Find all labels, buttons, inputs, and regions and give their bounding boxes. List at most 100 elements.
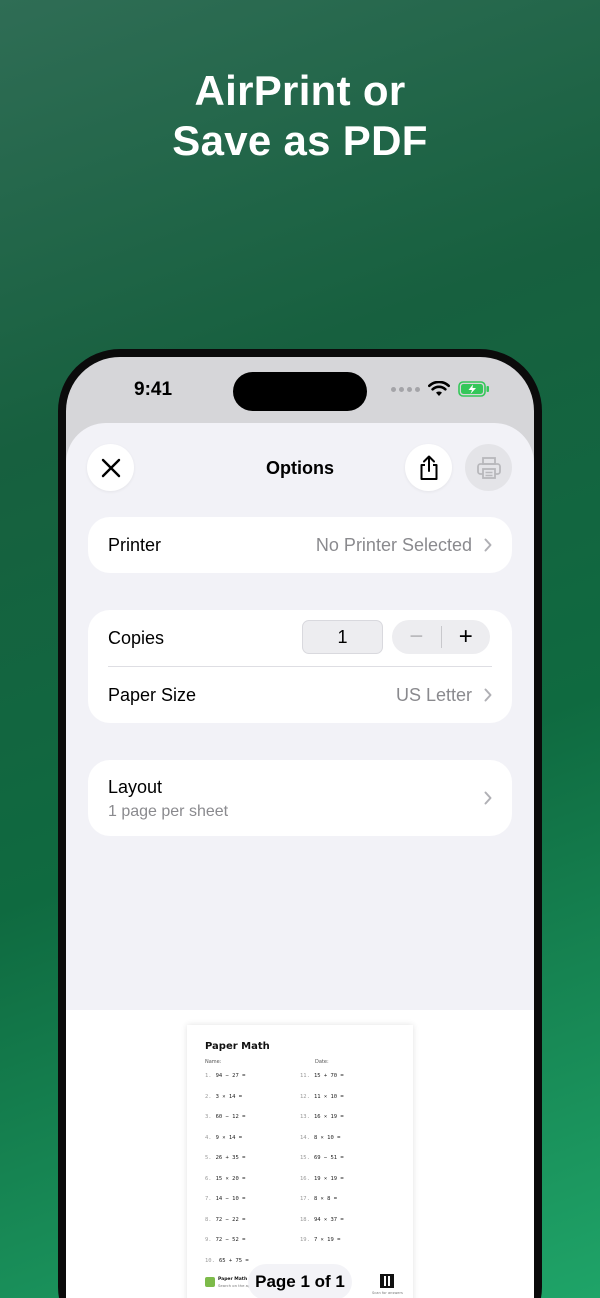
printer-card: Printer No Printer Selected [88, 517, 512, 573]
worksheet-problem: 10. 65 + 75 = [205, 1258, 249, 1264]
printer-icon [476, 456, 501, 479]
layout-value: 1 page per sheet [108, 803, 229, 820]
problem-number: 7. [205, 1196, 212, 1202]
problem-expression: 94 × 37 = [313, 1216, 344, 1223]
preview-title: Paper Math [205, 1041, 270, 1052]
page-indicator: Page 1 of 1 [248, 1264, 352, 1298]
problem-number: 4. [205, 1134, 212, 1141]
problem-number: 3. [205, 1114, 212, 1120]
problem-number: 18. [300, 1216, 310, 1223]
printer-label: Printer [108, 534, 162, 555]
problem-expression: 7 × 19 = [313, 1237, 341, 1243]
chevron-right-icon [484, 791, 492, 805]
problem-number: 11. [300, 1073, 310, 1079]
cellular-signal-icon [391, 386, 420, 392]
worksheet-problem: 12. 11 × 10 = [300, 1094, 344, 1100]
copies-field[interactable]: 1 [302, 620, 383, 654]
problem-expression: 26 + 35 = [215, 1155, 246, 1161]
paper-size-row[interactable]: Paper Size US Letter [88, 667, 512, 723]
headline: AirPrint or Save as PDF [0, 66, 600, 166]
problem-number: 9. [205, 1237, 212, 1243]
status-icons [391, 381, 490, 397]
headline-line-1: AirPrint or [194, 67, 406, 114]
layout-label: Layout [108, 777, 163, 797]
worksheet-problem: 5. 26 + 35 = [205, 1155, 245, 1161]
problem-expression: 69 − 51 = [313, 1155, 344, 1161]
worksheet-problem: 14. 8 × 10 = [300, 1135, 340, 1141]
print-preview-area: Paper Math Name: Date: 1. 94 − 27 = 2. 3 × … [66, 1010, 534, 1298]
worksheet-problem: 7. 14 − 10 = [205, 1196, 245, 1202]
problem-number: 1. [205, 1073, 212, 1079]
share-button[interactable] [405, 444, 452, 491]
copies-label: Copies [108, 627, 165, 648]
preview-page[interactable]: Paper Math Name: Date: 1. 94 − 27 = 2. 3 × … [187, 1025, 413, 1298]
layout-card[interactable]: Layout 1 page per sheet [88, 760, 512, 836]
problem-number: 14. [300, 1134, 310, 1141]
problem-number: 13. [300, 1114, 310, 1120]
problem-number: 16. [300, 1175, 310, 1182]
problem-expression: 65 + 75 = [218, 1257, 249, 1264]
problem-number: 6. [205, 1175, 212, 1182]
problem-expression: 11 × 10 = [313, 1093, 344, 1100]
worksheet-problem: 9. 72 − 52 = [205, 1237, 245, 1243]
problem-number: 8. [205, 1216, 212, 1223]
problem-expression: 19 × 19 = [313, 1175, 344, 1182]
dynamic-island [233, 372, 367, 411]
copies-paper-card: Copies 1 − + Paper Size US Letter [88, 610, 512, 723]
printer-row[interactable]: Printer No Printer Selected [88, 517, 512, 573]
copies-stepper: − + [392, 620, 490, 654]
problem-expression: 8 × 10 = [313, 1134, 341, 1141]
problem-number: 10. [205, 1257, 215, 1264]
problem-expression: 8 × 8 = [313, 1196, 338, 1202]
decrement-button[interactable]: − [392, 620, 441, 654]
sheet-title: Options [266, 458, 334, 478]
battery-charging-icon [458, 381, 489, 397]
chevron-right-icon [484, 538, 492, 552]
problem-expression: 72 − 52 = [215, 1237, 246, 1243]
problem-expression: 15 + 70 = [313, 1073, 344, 1079]
chevron-right-icon [484, 688, 492, 702]
share-icon [420, 455, 437, 480]
preview-date-label: Date: [315, 1059, 329, 1065]
preview-name-label: Name: [205, 1059, 222, 1065]
worksheet-problem: 11. 15 + 70 = [300, 1073, 344, 1079]
problem-expression: 72 − 22 = [215, 1216, 246, 1223]
worksheet-problem: 16. 19 × 19 = [300, 1176, 344, 1182]
qr-code [380, 1274, 394, 1288]
phone-screen: 9:41 Options Printer No Printer Selected… [66, 357, 534, 1298]
problem-number: 2. [205, 1093, 212, 1100]
problem-expression: 3 × 14 = [215, 1093, 243, 1100]
print-button[interactable] [465, 444, 512, 491]
worksheet-problem: 13. 16 × 19 = [300, 1114, 344, 1120]
problem-expression: 14 − 10 = [215, 1196, 246, 1202]
printer-value: No Printer Selected [315, 534, 472, 555]
headline-line-2: Save as PDF [172, 117, 428, 164]
problem-expression: 60 − 12 = [215, 1114, 246, 1120]
worksheet-problem: 4. 9 × 14 = [205, 1135, 242, 1141]
worksheet-problem: 18. 94 × 37 = [300, 1217, 344, 1223]
problem-number: 15. [300, 1155, 310, 1161]
paper-size-value: US Letter [395, 684, 472, 705]
worksheet-problem: 8. 72 − 22 = [205, 1217, 245, 1223]
qr-caption: Scan for answers [372, 1291, 403, 1295]
paper-size-label: Paper Size [108, 684, 197, 705]
problem-expression: 16 × 19 = [313, 1114, 344, 1120]
problem-expression: 15 × 20 = [215, 1175, 246, 1182]
paper-math-logo [205, 1277, 215, 1287]
worksheet-problem: 1. 94 − 27 = [205, 1073, 245, 1079]
worksheet-problem: 2. 3 × 14 = [205, 1094, 242, 1100]
worksheet-problem: 6. 15 × 20 = [205, 1176, 245, 1182]
worksheet-problem: 19. 7 × 19 = [300, 1237, 340, 1243]
problem-number: 12. [300, 1093, 310, 1100]
worksheet-problem: 17. 8 × 8 = [300, 1196, 337, 1202]
problem-number: 17. [300, 1196, 310, 1202]
copies-row: Copies 1 − + [88, 610, 512, 666]
increment-button[interactable]: + [441, 620, 490, 654]
status-time: 9:41 [134, 379, 173, 400]
problem-number: 19. [300, 1237, 310, 1243]
problem-number: 5. [205, 1155, 212, 1161]
worksheet-problem: 3. 60 − 12 = [205, 1114, 245, 1120]
worksheet-problem: 15. 69 − 51 = [300, 1155, 344, 1161]
preview-footer-title: Paper Math [218, 1277, 248, 1282]
problem-expression: 94 − 27 = [215, 1073, 246, 1079]
